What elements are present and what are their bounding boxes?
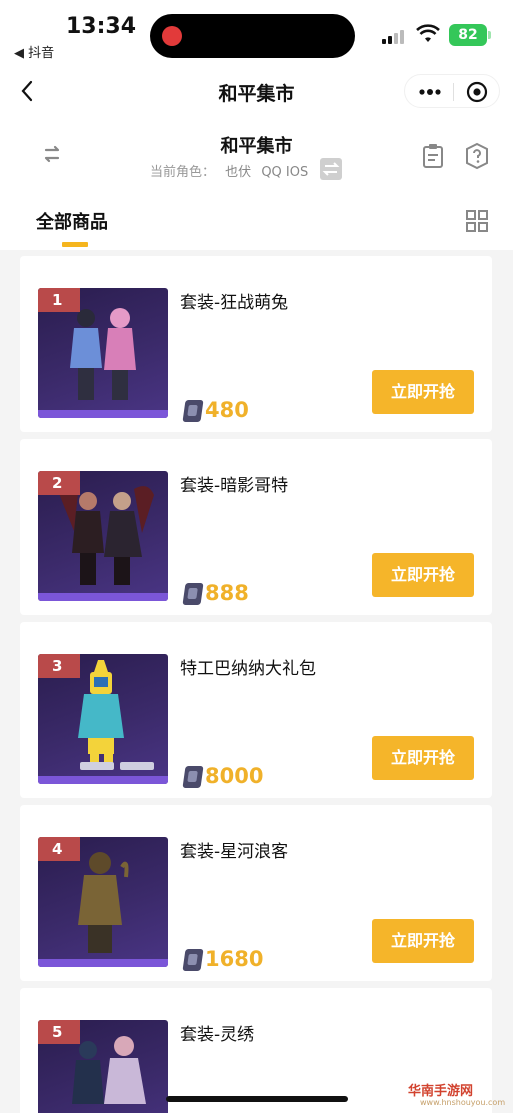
- wifi-icon: [416, 24, 440, 42]
- product-card[interactable]: 3 特工巴纳纳大礼包 8000 立即开抢: [20, 622, 492, 798]
- shop-header: 和平集市 当前角色： 也伏 QQ IOS 全部商品: [0, 120, 513, 250]
- coupon-icon: [182, 400, 204, 422]
- recording-dot-icon: [162, 26, 182, 46]
- status-time: 13:34: [66, 14, 137, 39]
- buy-now-button[interactable]: 立即开抢: [372, 553, 474, 597]
- rank-badge: 1: [38, 288, 80, 312]
- nav-bar: 和平集市: [0, 64, 513, 120]
- status-bar: 13:34 ◀ 抖音 82: [0, 0, 513, 64]
- buy-now-button[interactable]: 立即开抢: [372, 370, 474, 414]
- battery-icon: 82: [449, 24, 487, 46]
- product-name: 特工巴纳纳大礼包: [180, 659, 316, 679]
- order-list-icon[interactable]: [420, 142, 446, 170]
- close-mini-program-icon[interactable]: [465, 80, 489, 104]
- grid-view-icon[interactable]: [466, 210, 488, 232]
- product-card[interactable]: 2 套装-暗影哥特 888 立即开抢: [20, 439, 492, 615]
- mini-program-capsule: [404, 74, 500, 108]
- product-name: 套装-狂战萌兔: [180, 293, 289, 313]
- image-stripe: [38, 776, 168, 784]
- rank-badge: 3: [38, 654, 80, 678]
- image-stripe: [38, 410, 168, 418]
- buy-now-button[interactable]: 立即开抢: [372, 919, 474, 963]
- price-value: 8000: [205, 764, 264, 788]
- help-icon[interactable]: [464, 142, 490, 170]
- rank-badge: 2: [38, 471, 80, 495]
- product-image: 5: [38, 1020, 168, 1113]
- active-tab-indicator: [62, 242, 88, 247]
- rank-badge: 5: [38, 1020, 80, 1044]
- tab-all-products[interactable]: 全部商品: [36, 208, 108, 234]
- product-name: 套装-暗影哥特: [180, 476, 289, 496]
- role-platform: QQ IOS: [261, 165, 309, 180]
- capsule-divider: [453, 83, 454, 101]
- watermark-logo: 华南手游网: [408, 1084, 474, 1099]
- coupon-icon: [182, 766, 204, 788]
- price-value: 480: [205, 398, 249, 422]
- more-icon[interactable]: [417, 81, 443, 103]
- product-image: 3: [38, 654, 168, 784]
- rank-badge: 4: [38, 837, 80, 861]
- battery-tip: [488, 31, 491, 39]
- product-card[interactable]: 4 套装-星河浪客 1680 立即开抢: [20, 805, 492, 981]
- buy-now-button[interactable]: 立即开抢: [372, 736, 474, 780]
- product-name: 套装-星河浪客: [180, 842, 289, 862]
- current-role-line: 当前角色： 也伏 QQ IOS: [150, 161, 308, 180]
- swap-icon: [322, 162, 340, 176]
- watermark-url: www.hnshouyou.com: [420, 1098, 506, 1107]
- product-image: 4: [38, 837, 168, 967]
- coupon-icon: [182, 949, 204, 971]
- cellular-signal-icon: [382, 28, 408, 44]
- product-image: 2: [38, 471, 168, 601]
- role-name: 也伏: [225, 165, 252, 180]
- product-image: 1: [38, 288, 168, 418]
- image-stripe: [38, 593, 168, 601]
- home-indicator: [166, 1096, 348, 1102]
- back-to-app-link[interactable]: ◀ 抖音: [14, 42, 54, 61]
- product-card[interactable]: 1 套装-狂战萌兔 480 立即开抢: [20, 256, 492, 432]
- role-label: 当前角色：: [150, 165, 216, 180]
- switch-role-button[interactable]: [320, 158, 342, 180]
- price-value: 1680: [205, 947, 264, 971]
- product-name: 套装-灵绣: [180, 1025, 255, 1045]
- price-value: 888: [205, 581, 249, 605]
- dynamic-island: [150, 14, 355, 58]
- image-stripe: [38, 959, 168, 967]
- coupon-icon: [182, 583, 204, 605]
